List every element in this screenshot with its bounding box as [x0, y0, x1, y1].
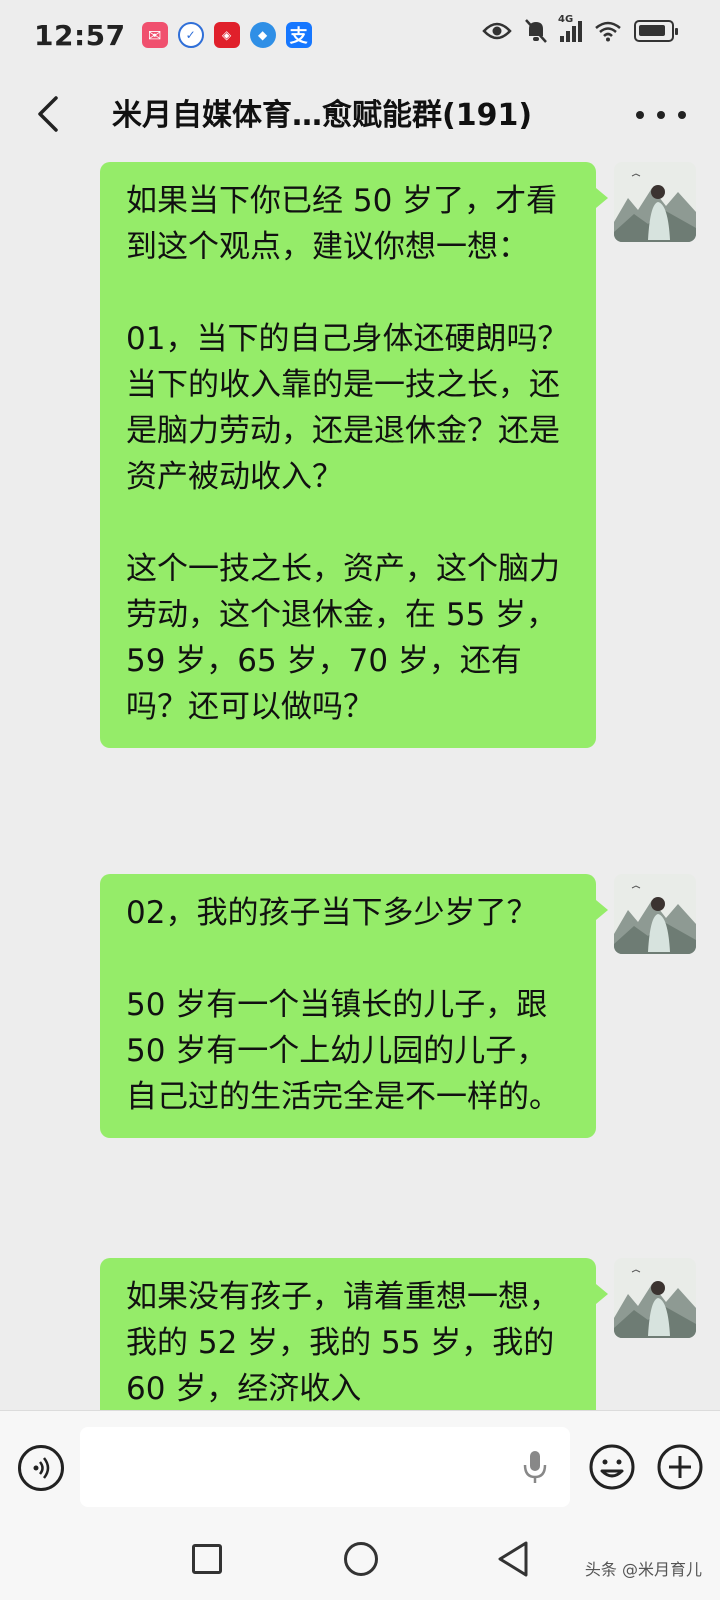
watermark: 头条 @米月育儿 [584, 1560, 702, 1579]
notification-icons: ✉ ✓ ◈ ◆ 支 [141, 22, 312, 48]
system-back-icon[interactable] [496, 1540, 530, 1578]
message-list[interactable]: 如果当下你已经 50 岁了，才看到这个观点，建议你想一想： 01，当下的自己身体… [0, 162, 720, 1410]
message-input[interactable] [80, 1427, 570, 1507]
status-time: 12:57 [34, 18, 126, 52]
battery-icon [634, 20, 678, 42]
message-text: 如果没有孩子，请着重想一想，我的 52 岁，我的 55 岁，我的 60 岁，经济… [126, 1279, 565, 1407]
input-bar [0, 1410, 720, 1522]
message-bubble[interactable]: 如果没有孩子，请着重想一想，我的 52 岁，我的 55 岁，我的 60 岁，经济… [100, 1258, 608, 1410]
chat-header: 米月自媒体育…愈赋能群(191) [0, 70, 720, 162]
wifi-icon [595, 21, 621, 42]
system-icons: 4G [482, 14, 678, 44]
avatar[interactable] [614, 1258, 696, 1338]
network-type: 4G [558, 14, 574, 25]
shield-check-icon: ✓ [177, 22, 204, 48]
mail-icon: ✉ [141, 22, 168, 48]
status-bar: 12:57 ✉ ✓ ◈ ◆ 支 4G [0, 0, 720, 70]
compass-icon: ◆ [249, 22, 276, 48]
message-text: 如果当下你已经 50 岁了，才看到这个观点，建议你想一想： 01，当下的自己身体… [126, 183, 569, 725]
mute-bell-icon [525, 19, 547, 43]
cellular-icon: 4G [558, 14, 582, 42]
message-text: 02，我的孩子当下多少岁了？ 50 岁有一个当镇长的儿子，跟 50 岁有一个上幼… [126, 895, 560, 1115]
chat-title: 米月自媒体育…愈赋能群(191) [112, 98, 533, 133]
avatar[interactable] [614, 162, 696, 242]
avatar[interactable] [614, 874, 696, 954]
more-options-icon[interactable] [636, 90, 686, 140]
voice-wave-icon [33, 1457, 50, 1479]
message-bubble[interactable]: 如果当下你已经 50 岁了，才看到这个观点，建议你想一想： 01，当下的自己身体… [100, 162, 608, 748]
voice-input-button[interactable] [18, 1445, 64, 1491]
app-red-icon: ◈ [213, 22, 240, 48]
system-navigation-bar: 头条 @米月育儿 [0, 1522, 720, 1600]
plus-icon[interactable] [656, 1443, 704, 1491]
eye-icon [482, 22, 512, 40]
message-bubble[interactable]: 02，我的孩子当下多少岁了？ 50 岁有一个当镇长的儿子，跟 50 岁有一个上幼… [100, 874, 608, 1138]
alipay-icon: 支 [285, 22, 312, 48]
home-button[interactable] [344, 1542, 378, 1576]
back-arrow-icon[interactable] [30, 92, 74, 136]
emoji-icon[interactable] [588, 1443, 636, 1491]
battery-level [639, 25, 665, 36]
microphone-icon[interactable] [522, 1449, 548, 1485]
recent-apps-button[interactable] [192, 1544, 222, 1574]
